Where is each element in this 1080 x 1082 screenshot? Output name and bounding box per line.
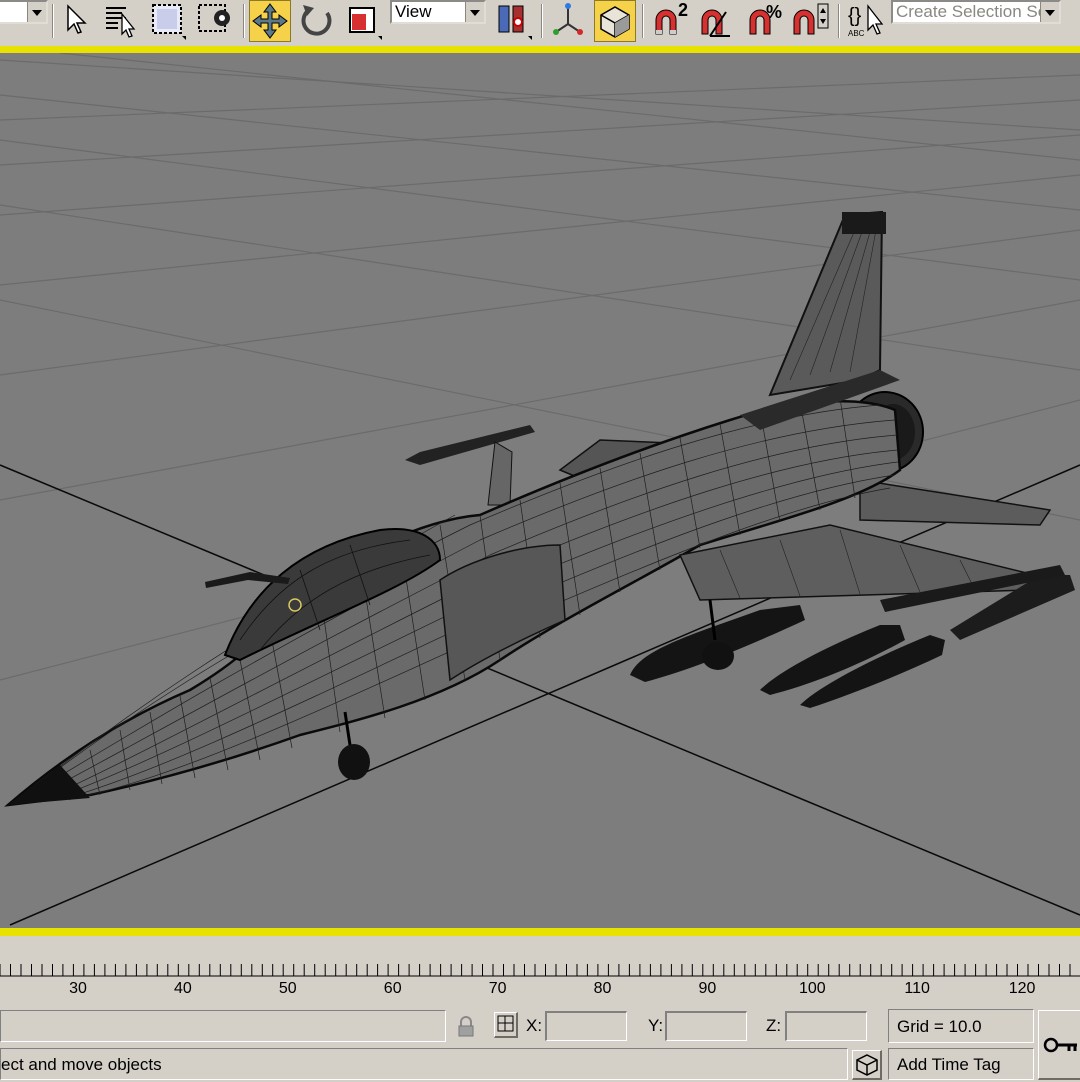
chevron-down-icon[interactable] [465, 2, 484, 22]
magnet-snap-icon: 2 [655, 0, 688, 35]
fin-tip [842, 212, 886, 234]
timeline-ruler [0, 964, 1080, 977]
z-coordinate-label: Z: [766, 1016, 782, 1035]
toolbar-separator [838, 4, 840, 38]
set-key-button[interactable] [1038, 1010, 1080, 1080]
angle-snap-button[interactable] [696, 0, 738, 42]
status-bar: X: Y: Z: Grid = 10.0 ect and move object… [0, 1006, 1080, 1080]
jet-fighter-wireframe-model[interactable] [4, 210, 1075, 807]
absolute-relative-toggle[interactable] [494, 1012, 518, 1038]
keyboard-shortcut-override-button[interactable] [594, 0, 636, 42]
lock-selection-icon[interactable] [456, 1016, 476, 1038]
z-coordinate-field[interactable] [785, 1011, 867, 1041]
left-wingtip-missile [405, 425, 535, 465]
perspective-viewport[interactable] [0, 53, 1080, 928]
named-selection-icon: {} ABC [848, 4, 884, 38]
rotate-icon [301, 5, 332, 36]
timeline-tick-label: 110 [904, 980, 930, 997]
maxscript-listener-field[interactable] [0, 1010, 446, 1042]
edit-named-selection-button[interactable]: {} ABC [844, 0, 890, 42]
horizontal-stabilizer [859, 479, 1052, 526]
keyboard-override-icon [600, 6, 630, 38]
chevron-down-icon[interactable] [1040, 2, 1059, 22]
angle-snap-icon [701, 9, 730, 37]
select-by-name-button[interactable] [100, 0, 140, 42]
y-coordinate-field[interactable] [665, 1011, 747, 1041]
svg-text:%: % [766, 2, 782, 22]
select-and-move-button[interactable] [249, 0, 291, 42]
toolbar-separator [52, 4, 54, 38]
timeline-tick-label: 40 [173, 980, 192, 997]
vertical-stabilizer [768, 210, 884, 397]
add-time-tag-text: Add Time Tag [897, 1055, 1001, 1074]
reference-coordinate-value: View [395, 2, 432, 21]
x-coordinate-label: X: [526, 1016, 543, 1035]
y-coordinate-label: Y: [648, 1016, 664, 1035]
named-selection-sets-dropdown[interactable]: Create Selection Set [891, 0, 1061, 24]
timeline-tick-label: 70 [488, 980, 507, 997]
toolbar-separator [243, 4, 245, 38]
timeline-tick-label: 60 [383, 980, 402, 997]
window-crossing-icon [198, 4, 230, 32]
window-crossing-button[interactable] [196, 0, 238, 42]
percent-snap-icon: % [749, 2, 782, 35]
spinner-snap-icon [793, 3, 829, 35]
viewport-canvas [0, 53, 1080, 926]
toolbar-separator [541, 4, 543, 38]
grid-size-text: Grid = 10.0 [897, 1017, 982, 1036]
pivot-center-button[interactable] [494, 0, 534, 42]
snap-dimension-label: 2 [678, 0, 688, 20]
add-time-tag-field[interactable]: Add Time Tag [888, 1048, 1034, 1080]
arrow-cursor-icon [67, 4, 87, 34]
timeline-tick-label: 50 [278, 980, 297, 997]
timeline-tick-label: 90 [698, 980, 717, 997]
select-object-button[interactable] [58, 0, 92, 42]
toolbar-separator [642, 4, 644, 38]
timeline-tick-label: 80 [593, 980, 612, 997]
svg-text:ABC: ABC [848, 29, 865, 38]
prompt-text: ect and move objects [1, 1055, 162, 1074]
svg-text:{}: {} [848, 5, 862, 27]
select-and-rotate-button[interactable] [296, 0, 338, 42]
timeline-tick-label: 120 [1008, 980, 1036, 997]
spinner-snap-button[interactable] [790, 0, 834, 42]
scale-icon [349, 7, 382, 40]
x-coordinate-field[interactable] [545, 1011, 627, 1041]
grid-size-panel: Grid = 10.0 [888, 1009, 1034, 1043]
key-icon [1043, 1037, 1077, 1053]
rectangle-selection-icon [152, 4, 186, 40]
time-slider-track[interactable]: 30 40 50 60 70 80 90 100 110 120 [0, 936, 1080, 1006]
prompt-line: ect and move objects [0, 1048, 848, 1080]
snaps-toggle-button[interactable]: 2 [648, 0, 692, 42]
manipulate-icon [553, 3, 583, 35]
timeline-tick-label: 100 [798, 980, 826, 997]
move-arrows-icon [252, 3, 288, 39]
pivot-center-icon [498, 5, 532, 40]
chevron-down-icon[interactable] [27, 2, 46, 22]
percent-snap-button[interactable]: % [744, 0, 786, 42]
main-toolbar: View 2 % {} ABC Create Selection Set [0, 0, 1080, 46]
ventral-fin [487, 441, 513, 506]
rectangular-selection-button[interactable] [148, 0, 188, 42]
time-tag-button[interactable] [852, 1050, 882, 1080]
lock-icon [458, 1016, 474, 1037]
absolute-mode-icon [497, 1015, 514, 1032]
select-and-scale-button[interactable] [342, 0, 384, 42]
named-selection-placeholder: Create Selection Set [896, 2, 1052, 21]
select-by-name-icon [106, 7, 136, 38]
select-and-manipulate-button[interactable] [548, 0, 588, 42]
reference-coordinate-dropdown[interactable]: View [390, 0, 486, 24]
time-tag-cube-icon [856, 1054, 878, 1076]
timeline-tick-label: 30 [69, 980, 87, 997]
left-dropdown[interactable] [0, 0, 48, 24]
